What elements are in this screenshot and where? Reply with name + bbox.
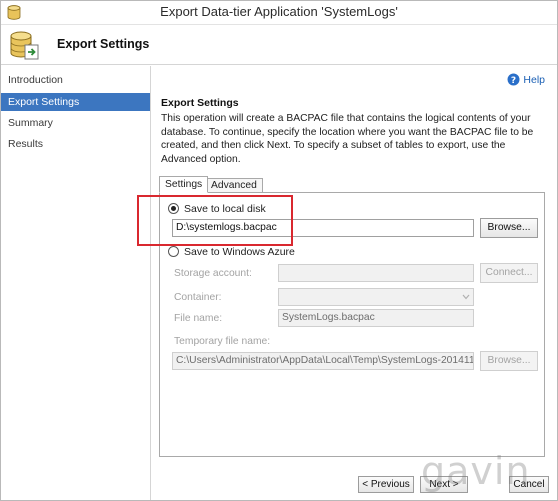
- svg-text:?: ?: [511, 76, 516, 86]
- sidebar-item-results[interactable]: Results: [1, 135, 150, 153]
- page-title: Export Settings: [57, 37, 150, 51]
- window-title: Export Data-tier Application 'SystemLogs…: [160, 4, 398, 19]
- temp-browse-button[interactable]: Browse...: [480, 351, 538, 371]
- watermark-text: gavin: [421, 449, 531, 493]
- section-description: This operation will create a BACPAC file…: [161, 113, 534, 165]
- database-export-icon: [10, 31, 39, 60]
- local-browse-button[interactable]: Browse...: [480, 218, 538, 238]
- previous-button[interactable]: < Previous: [358, 476, 414, 493]
- wizard-sidebar: Introduction Export Settings Summary Res…: [1, 66, 151, 500]
- tab-settings[interactable]: Settings: [159, 176, 209, 193]
- annotation-highlight-box: [137, 195, 293, 246]
- temp-file-input[interactable]: C:\Users\Administrator\AppData\Local\Tem…: [172, 352, 474, 370]
- container-label: Container:: [174, 292, 222, 303]
- main-content: ? Help Export Settings This operation wi…: [137, 66, 557, 500]
- export-wizard-window: Export Data-tier Application 'SystemLogs…: [0, 0, 558, 501]
- help-icon: ?: [507, 73, 520, 86]
- save-azure-label: Save to Windows Azure: [184, 246, 295, 258]
- tab-advanced[interactable]: Advanced: [205, 178, 263, 193]
- storage-account-input[interactable]: [278, 264, 474, 282]
- container-select[interactable]: [278, 288, 474, 306]
- temp-file-label: Temporary file name:: [174, 336, 271, 347]
- file-name-input[interactable]: SystemLogs.bacpac: [278, 309, 474, 327]
- connect-button[interactable]: Connect...: [480, 263, 538, 283]
- sidebar-item-export-settings[interactable]: Export Settings: [1, 93, 150, 111]
- title-bar: Export Data-tier Application 'SystemLogs…: [1, 1, 557, 25]
- save-azure-radio[interactable]: [168, 246, 179, 257]
- section-title: Export Settings: [161, 97, 239, 109]
- help-label: Help: [523, 74, 545, 86]
- chevron-down-icon: [462, 294, 470, 300]
- save-azure-option[interactable]: Save to Windows Azure: [168, 245, 328, 259]
- help-link[interactable]: ? Help: [507, 73, 545, 87]
- storage-account-label: Storage account:: [174, 268, 252, 279]
- sidebar-item-introduction[interactable]: Introduction: [1, 71, 150, 89]
- file-name-label: File name:: [174, 313, 223, 324]
- sidebar-item-summary[interactable]: Summary: [1, 114, 150, 132]
- page-header: Export Settings: [1, 25, 557, 65]
